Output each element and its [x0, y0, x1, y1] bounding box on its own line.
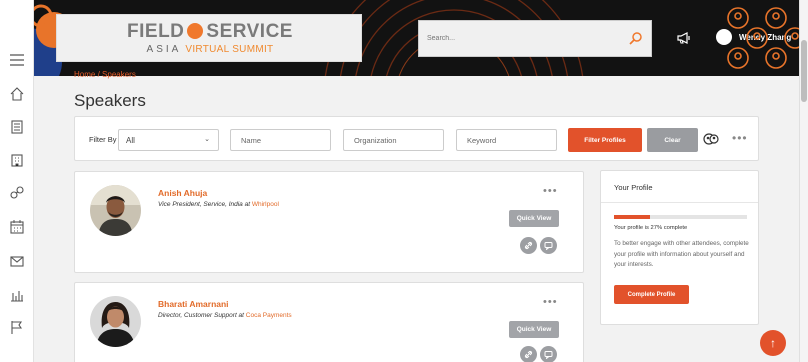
breadcrumb-separator: / [97, 70, 100, 79]
speaker-card[interactable]: Anish Ahuja Vice President, Service, Ind… [74, 171, 584, 273]
profile-panel-title: Your Profile [614, 183, 653, 192]
keyword-filter-input[interactable] [456, 129, 557, 151]
name-filter-input[interactable] [230, 129, 331, 151]
event-logo[interactable]: FIELD SERVICE ASIA VIRTUAL SUMMIT [56, 14, 362, 62]
filter-bar: Filter By All ⌄ Filter Profiles Clear ••… [74, 116, 759, 161]
page-title: Speakers [74, 91, 146, 110]
clear-button[interactable]: Clear [647, 128, 698, 152]
speaker-title: Director, Customer Support at Coca Payme… [158, 312, 292, 319]
breadcrumb-current: Speakers [102, 70, 136, 79]
filter-profiles-button[interactable]: Filter Profiles [568, 128, 642, 152]
chat-icon[interactable] [540, 237, 557, 254]
profile-description: To better engage with other attendees, c… [614, 240, 749, 268]
logo-subtitle: ASIA VIRTUAL SUMMIT [146, 44, 274, 55]
megaphone-icon[interactable] [677, 31, 691, 50]
divider [601, 202, 758, 203]
speaker-name[interactable]: Anish Ahuja [158, 188, 207, 198]
profile-progress-text: Your profile is 27% complete [614, 225, 688, 231]
your-profile-panel: Your Profile Your profile is 27% complet… [600, 170, 759, 325]
breadcrumb-home[interactable]: Home [74, 70, 95, 79]
speaker-more-icon[interactable]: ••• [543, 185, 558, 197]
filter-type-select[interactable]: All ⌄ [118, 129, 219, 151]
chevron-down-icon: ⌄ [204, 136, 210, 143]
quick-view-button[interactable]: Quick View [509, 210, 559, 227]
speaker-photo[interactable] [90, 185, 141, 236]
global-search [418, 20, 652, 57]
speaker-title: Vice President, Service, India at Whirlp… [158, 201, 279, 208]
agenda-icon[interactable] [8, 118, 26, 136]
profile-progress-fill [614, 215, 650, 219]
calendar-icon[interactable] [8, 218, 26, 236]
building-icon[interactable] [8, 151, 26, 169]
speaker-role: Director, Customer Support at [158, 312, 246, 319]
speaker-role: Vice President, Service, India at [158, 201, 252, 208]
speaker-more-icon[interactable]: ••• [543, 296, 558, 308]
speaker-organization[interactable]: Whirlpool [252, 201, 279, 208]
link-icon[interactable] [520, 346, 537, 362]
speaker-photo[interactable] [90, 296, 141, 347]
profile-progress-bar [614, 215, 747, 219]
speaker-name[interactable]: Bharati Amarnani [158, 299, 229, 309]
organization-filter-input[interactable] [343, 129, 444, 151]
home-icon[interactable] [8, 85, 26, 103]
top-banner: FIELDSERVICE ASIAVIRTUAL SUMMIT Wendy Zh… [34, 0, 808, 76]
bar-chart-icon[interactable] [8, 286, 26, 304]
avatar-group-icon[interactable] [703, 131, 719, 152]
networking-icon[interactable] [8, 184, 26, 202]
search-input[interactable] [419, 21, 609, 56]
speaker-card[interactable]: Bharati Amarnani Director, Customer Supp… [74, 282, 584, 362]
complete-profile-button[interactable]: Complete Profile [614, 285, 689, 304]
breadcrumb: Home / Speakers [74, 70, 136, 79]
quick-view-button[interactable]: Quick View [509, 321, 559, 338]
flag-icon[interactable] [8, 318, 26, 336]
mail-icon[interactable] [8, 252, 26, 270]
left-sidebar [0, 0, 34, 362]
logo-title: FIELD SERVICE [127, 21, 293, 42]
scroll-to-top-button[interactable]: ↑ [760, 330, 786, 356]
chat-icon[interactable] [540, 346, 557, 362]
page-scrollbar[interactable] [799, 0, 808, 362]
link-icon[interactable] [520, 237, 537, 254]
people-grid-icon [727, 7, 804, 69]
scrollbar-thumb[interactable] [801, 40, 807, 102]
arrow-up-icon: ↑ [770, 336, 776, 350]
search-icon[interactable] [629, 31, 643, 50]
speaker-organization[interactable]: Coca Payments [246, 312, 292, 319]
more-options-icon[interactable]: ••• [732, 131, 748, 145]
menu-icon[interactable] [8, 51, 26, 69]
filter-select-value: All [126, 136, 135, 145]
logo-mark-icon [187, 23, 204, 39]
filter-label: Filter By [89, 135, 117, 144]
